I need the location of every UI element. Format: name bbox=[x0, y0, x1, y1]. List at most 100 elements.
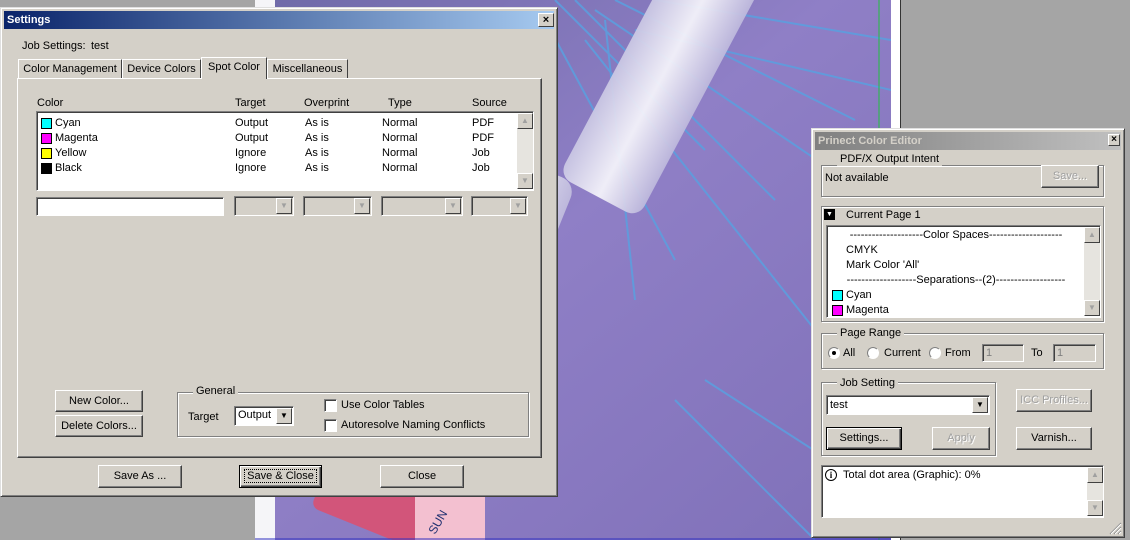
row-overprint: As is bbox=[305, 117, 329, 129]
spot-color-table[interactable]: Cyan Output As is Normal PDF Magenta Out… bbox=[36, 111, 534, 191]
scroll-up-icon[interactable]: ▲ bbox=[517, 113, 533, 129]
row-overprint: As is bbox=[305, 132, 329, 144]
icc-profiles-button[interactable]: ICC Profiles... bbox=[1016, 389, 1092, 412]
target-select[interactable]: ▼ bbox=[234, 196, 294, 216]
row-target: Output bbox=[235, 132, 269, 144]
row-type: Normal bbox=[382, 117, 418, 129]
new-color-button[interactable]: New Color... bbox=[55, 390, 143, 412]
color-editor-titlebar[interactable]: Prinect Color Editor bbox=[815, 132, 1121, 150]
to-label: To bbox=[1031, 347, 1043, 359]
delete-colors-button[interactable]: Delete Colors... bbox=[55, 415, 143, 437]
info-scrollbar[interactable]: ▲ ▼ bbox=[1087, 467, 1103, 516]
scroll-down-icon[interactable]: ▼ bbox=[517, 173, 533, 189]
to-input[interactable]: 1 bbox=[1053, 344, 1096, 362]
chevron-down-icon: ▼ bbox=[510, 198, 526, 214]
tree-item-mark-color[interactable]: Mark Color 'All' bbox=[846, 259, 919, 272]
color-name-input[interactable] bbox=[36, 197, 224, 216]
radio-all[interactable] bbox=[828, 347, 840, 359]
row-target: Output bbox=[235, 117, 269, 129]
chevron-down-icon: ▼ bbox=[276, 408, 292, 424]
tree-item-color-spaces: --------------------Color Spaces--------… bbox=[849, 229, 1063, 241]
settings-titlebar[interactable]: Settings bbox=[4, 11, 554, 29]
scroll-down-icon[interactable]: ▼ bbox=[1087, 500, 1103, 516]
chevron-down-icon: ▼ bbox=[972, 397, 988, 413]
settings-button[interactable]: Settings... bbox=[826, 427, 902, 450]
source-select[interactable]: ▼ bbox=[471, 196, 528, 216]
row-color: Magenta bbox=[55, 132, 98, 144]
tab-color-management[interactable]: Color Management bbox=[18, 59, 122, 79]
spot-color-table-header: Color Target Overprint Type Source bbox=[36, 97, 536, 111]
pdfx-save-button[interactable]: Save... bbox=[1041, 165, 1099, 188]
general-group-label: General bbox=[193, 385, 239, 398]
swatch-yellow bbox=[41, 148, 52, 159]
header-target: Target bbox=[235, 97, 266, 109]
color-editor-title: Prinect Color Editor bbox=[818, 135, 922, 147]
swatch-black bbox=[41, 163, 52, 174]
color-editor-close-button[interactable]: × bbox=[1108, 134, 1120, 146]
row-overprint: As is bbox=[305, 162, 329, 174]
close-icon: × bbox=[542, 14, 550, 26]
chevron-down-icon: ▼ bbox=[354, 198, 370, 214]
settings-title: Settings bbox=[7, 14, 51, 26]
job-settings-value: test bbox=[91, 40, 109, 52]
tab-miscellaneous[interactable]: Miscellaneous bbox=[267, 59, 348, 79]
tree-item-cyan[interactable]: Cyan bbox=[846, 289, 872, 302]
table-row[interactable]: Cyan Output As is Normal PDF bbox=[39, 116, 517, 131]
general-target-select[interactable]: Output ▼ bbox=[234, 406, 294, 426]
row-overprint: As is bbox=[305, 147, 329, 159]
type-select[interactable]: ▼ bbox=[381, 196, 463, 216]
row-type: Normal bbox=[382, 132, 418, 144]
job-setting-select[interactable]: test ▼ bbox=[826, 395, 990, 415]
scroll-up-icon[interactable]: ▲ bbox=[1087, 467, 1103, 483]
tree-scrollbar[interactable]: ▲ ▼ bbox=[1084, 227, 1100, 316]
table-row[interactable]: Yellow Ignore As is Normal Job bbox=[39, 146, 517, 161]
info-text: Total dot area (Graphic): 0% bbox=[843, 469, 981, 481]
info-message-box: i Total dot area (Graphic): 0% ▲ ▼ bbox=[821, 465, 1104, 518]
autoresolve-label: Autoresolve Naming Conflicts bbox=[341, 419, 486, 431]
pdfx-value: Not available bbox=[825, 172, 889, 184]
radio-from[interactable] bbox=[929, 347, 941, 359]
use-color-tables-checkbox[interactable] bbox=[324, 399, 337, 412]
chevron-down-icon: ▼ bbox=[276, 198, 292, 214]
row-type: Normal bbox=[382, 162, 418, 174]
row-source: Job bbox=[472, 147, 490, 159]
overprint-select[interactable]: ▼ bbox=[303, 196, 372, 216]
row-target: Ignore bbox=[235, 162, 267, 174]
close-button[interactable]: Close bbox=[380, 465, 464, 488]
from-input[interactable]: 1 bbox=[982, 344, 1024, 362]
swatch-magenta bbox=[41, 133, 52, 144]
row-source: PDF bbox=[472, 132, 494, 144]
swatch-magenta bbox=[832, 305, 843, 316]
tree-item-separations: -------------------Separations--(2)-----… bbox=[846, 274, 1066, 286]
tree-item-magenta[interactable]: Magenta bbox=[846, 304, 889, 317]
table-scrollbar[interactable]: ▲ ▼ bbox=[517, 113, 533, 189]
page-collapse-toggle[interactable]: ▼ bbox=[824, 209, 835, 220]
swatch-cyan bbox=[41, 118, 52, 129]
tree-item-cmyk[interactable]: CMYK bbox=[846, 244, 878, 257]
pdfx-group-label: PDF/X Output Intent bbox=[837, 153, 943, 166]
table-row[interactable]: Magenta Output As is Normal PDF bbox=[39, 131, 517, 146]
varnish-button[interactable]: Varnish... bbox=[1016, 427, 1092, 450]
row-source: Job bbox=[472, 162, 490, 174]
table-row[interactable]: Black Ignore As is Normal Job bbox=[39, 161, 517, 176]
chevron-down-icon: ▼ bbox=[445, 198, 461, 214]
use-color-tables-label: Use Color Tables bbox=[341, 399, 425, 411]
color-spaces-tree[interactable]: --------------------Color Spaces--------… bbox=[826, 225, 1101, 318]
close-icon: × bbox=[1111, 134, 1117, 145]
job-setting-label: Job Setting bbox=[837, 377, 899, 390]
swatch-cyan bbox=[832, 290, 843, 301]
tab-device-colors[interactable]: Device Colors bbox=[122, 59, 201, 79]
save-as-button[interactable]: Save As ... bbox=[98, 465, 182, 488]
apply-button[interactable]: Apply bbox=[932, 427, 990, 450]
settings-close-button[interactable]: × bbox=[538, 13, 554, 27]
save-close-button[interactable]: Save & Close bbox=[239, 465, 322, 488]
tab-spot-color[interactable]: Spot Color bbox=[201, 57, 267, 79]
header-source: Source bbox=[472, 97, 507, 109]
scroll-down-icon[interactable]: ▼ bbox=[1084, 300, 1100, 316]
autoresolve-checkbox[interactable] bbox=[324, 419, 337, 432]
radio-all-label: All bbox=[843, 347, 856, 359]
scroll-up-icon[interactable]: ▲ bbox=[1084, 227, 1100, 243]
radio-current[interactable] bbox=[867, 347, 879, 359]
info-icon: i bbox=[825, 469, 837, 481]
resize-grip-icon[interactable] bbox=[1108, 521, 1122, 535]
